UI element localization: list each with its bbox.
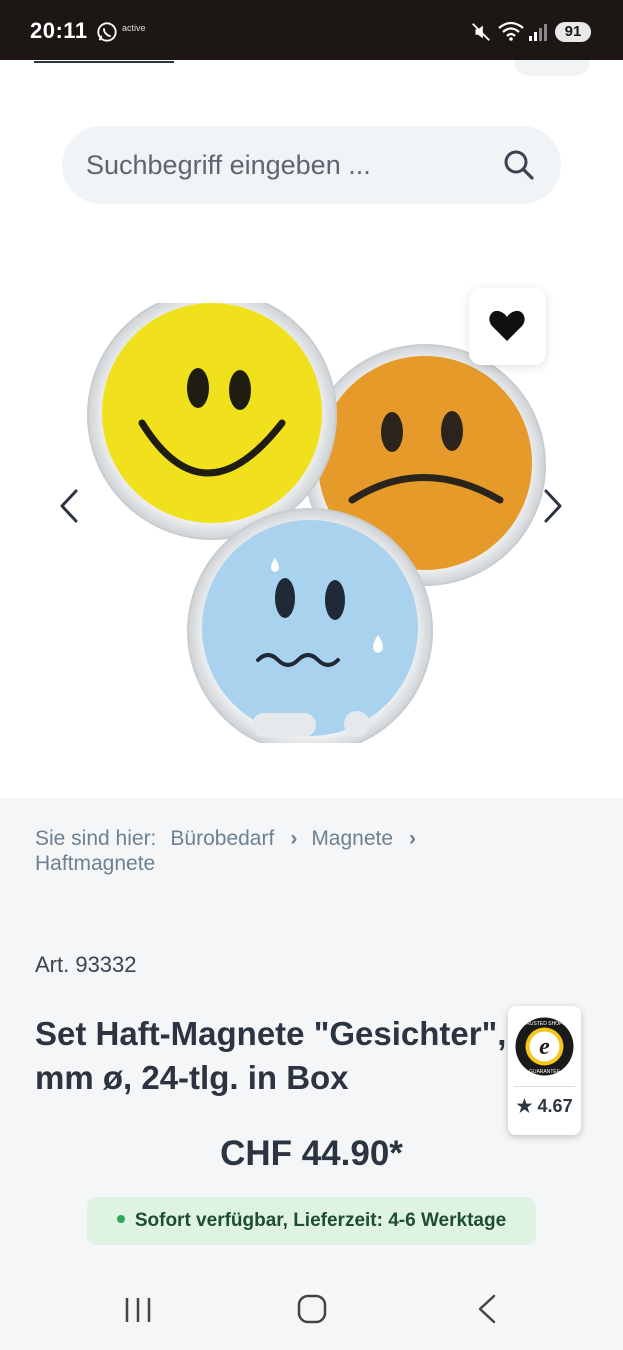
recent-apps-icon[interactable] [122,1296,154,1324]
trusted-shops-badge[interactable]: e TRUSTED SHOPS GUARANTEE ★ 4.67 [508,1006,581,1135]
divider [514,1086,575,1087]
availability-text: Sofort verfügbar, Lieferzeit: 4-6 Werkta… [134,1210,507,1231]
trusted-shops-seal: e TRUSTED SHOPS GUARANTEE [515,1017,574,1076]
trusted-shops-rating: ★ 4.67 [516,1096,573,1116]
breadcrumb-prefix: Sie sind hier: [35,827,157,850]
chevron-right-icon: › [409,827,417,850]
breadcrumb-item-buerobedarf[interactable]: Bürobedarf [170,826,274,851]
whatsapp-icon [97,22,117,42]
system-nav-bar [0,1266,623,1350]
product-image[interactable] [80,303,550,743]
status-time: 20:11 [30,18,88,43]
search-bar[interactable] [62,126,561,204]
breadcrumb: Sie sind hier: Bürobedarf › Magnete › Haftmag… [35,826,595,876]
favorite-button[interactable] [469,288,546,365]
seal-top-text: TRUSTED SHOPS [523,1021,566,1027]
seal-letter: e [539,1034,550,1060]
search-input[interactable] [86,126,476,204]
article-number: Art. 93332 [35,952,137,977]
logo[interactable] [34,60,174,63]
heart-icon [489,310,525,341]
search-icon[interactable] [502,148,536,182]
seal-bottom-text: GUARANTEE [529,1069,561,1075]
breadcrumb-item-magnete[interactable]: Magnete [311,826,393,851]
signal-icon [529,24,547,41]
product-price: CHF 44.90* [220,1134,403,1173]
back-icon[interactable] [474,1293,500,1325]
chevron-left-icon[interactable] [54,486,84,526]
status-dot-icon [116,1214,125,1223]
battery-icon: 91 [555,22,591,42]
wifi-icon [498,21,524,41]
site-header [0,60,623,218]
product-title-line1: Set Haft-Magnete "Gesichter", 25 [35,1015,553,1052]
mute-icon [472,23,490,41]
home-icon[interactable] [296,1293,328,1325]
chevron-right-icon: › [290,827,298,850]
product-gallery [0,218,623,798]
status-bar: 20:11 active 91 [0,0,623,60]
menu-button[interactable] [515,60,589,76]
breadcrumb-item-haftmagnete[interactable]: Haftmagnete [35,851,155,876]
active-app-icon: active [122,23,146,33]
chevron-right-icon[interactable] [538,486,568,526]
availability-badge: Sofort verfügbar, Lieferzeit: 4-6 Werkta… [87,1197,536,1245]
